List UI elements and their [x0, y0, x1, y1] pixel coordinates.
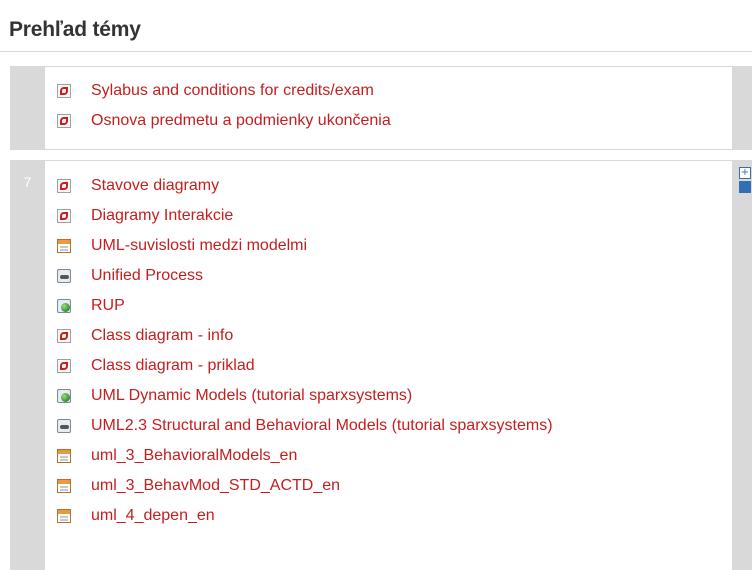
list-item: Sylabus and conditions for credits/exam [45, 81, 732, 111]
web-link-icon [57, 389, 71, 403]
pdf-icon [57, 84, 71, 98]
resource-link[interactable]: Diagramy Interakcie [91, 207, 233, 224]
resource-link[interactable]: uml_3_BehavMod_STD_ACTD_en [91, 477, 340, 494]
pdf-icon [57, 179, 71, 193]
list-item: UML2.3 Structural and Behavioral Models … [45, 416, 732, 446]
section-content: Sylabus and conditions for credits/exam … [45, 67, 732, 149]
activity-list: Stavove diagramy Diagramy Interakcie UML… [45, 161, 732, 536]
resource-link[interactable]: Class diagram - priklad [91, 357, 255, 374]
show-all-sections-icon[interactable] [739, 181, 751, 193]
section-view-toggle[interactable]: + [739, 167, 752, 199]
resource-link[interactable]: RUP [91, 297, 125, 314]
pdf-icon [57, 209, 71, 223]
presentation-icon [57, 479, 71, 493]
presentation-icon [57, 239, 71, 253]
topic-section-0: Sylabus and conditions for credits/exam … [10, 66, 752, 150]
pdf-icon [57, 359, 71, 373]
activity-list: Sylabus and conditions for credits/exam … [45, 67, 732, 141]
pdf-icon [57, 114, 71, 128]
resource-link[interactable]: uml_3_BehavioralModels_en [91, 447, 297, 464]
section-number [10, 66, 45, 80]
presentation-icon [57, 509, 71, 523]
list-item: uml_4_depen_en [45, 506, 732, 536]
pdf-icon [57, 329, 71, 343]
list-item: Osnova predmetu a podmienky ukončenia [45, 111, 732, 141]
resource-link[interactable]: Sylabus and conditions for credits/exam [91, 82, 374, 99]
topic-section-7: 7 Stavove diagramy Diagramy Interakcie U… [10, 160, 752, 570]
list-item: uml_3_BehavMod_STD_ACTD_en [45, 476, 732, 506]
list-item: UML-suvislosti medzi modelmi [45, 236, 732, 266]
resource-link[interactable]: uml_4_depen_en [91, 507, 215, 524]
resource-link[interactable]: UML-suvislosti medzi modelmi [91, 237, 307, 254]
resource-link[interactable]: Stavove diagramy [91, 177, 219, 194]
list-item: uml_3_BehavioralModels_en [45, 446, 732, 476]
web-link-icon [57, 299, 71, 313]
list-item: RUP [45, 296, 732, 326]
section-number: 7 [23, 174, 32, 190]
link-icon [57, 269, 71, 283]
resource-link[interactable]: Class diagram - info [91, 327, 233, 344]
list-item: Class diagram - info [45, 326, 732, 356]
list-item: Diagramy Interakcie [45, 206, 732, 236]
list-item: Unified Process [45, 266, 732, 296]
resource-link[interactable]: Unified Process [91, 267, 203, 284]
link-icon [57, 419, 71, 433]
presentation-icon [57, 449, 71, 463]
list-item: UML Dynamic Models (tutorial sparxsystem… [45, 386, 732, 416]
resource-link[interactable]: UML2.3 Structural and Behavioral Models … [91, 417, 553, 434]
resource-link[interactable]: UML Dynamic Models (tutorial sparxsystem… [91, 387, 412, 404]
list-item: Stavove diagramy [45, 176, 732, 206]
page-title: Prehľad témy [9, 18, 141, 41]
section-content: Stavove diagramy Diagramy Interakcie UML… [45, 161, 732, 570]
title-divider [0, 51, 752, 52]
show-only-section-icon[interactable]: + [739, 167, 751, 179]
resource-link[interactable]: Osnova predmetu a podmienky ukončenia [91, 112, 391, 129]
list-item: Class diagram - priklad [45, 356, 732, 386]
